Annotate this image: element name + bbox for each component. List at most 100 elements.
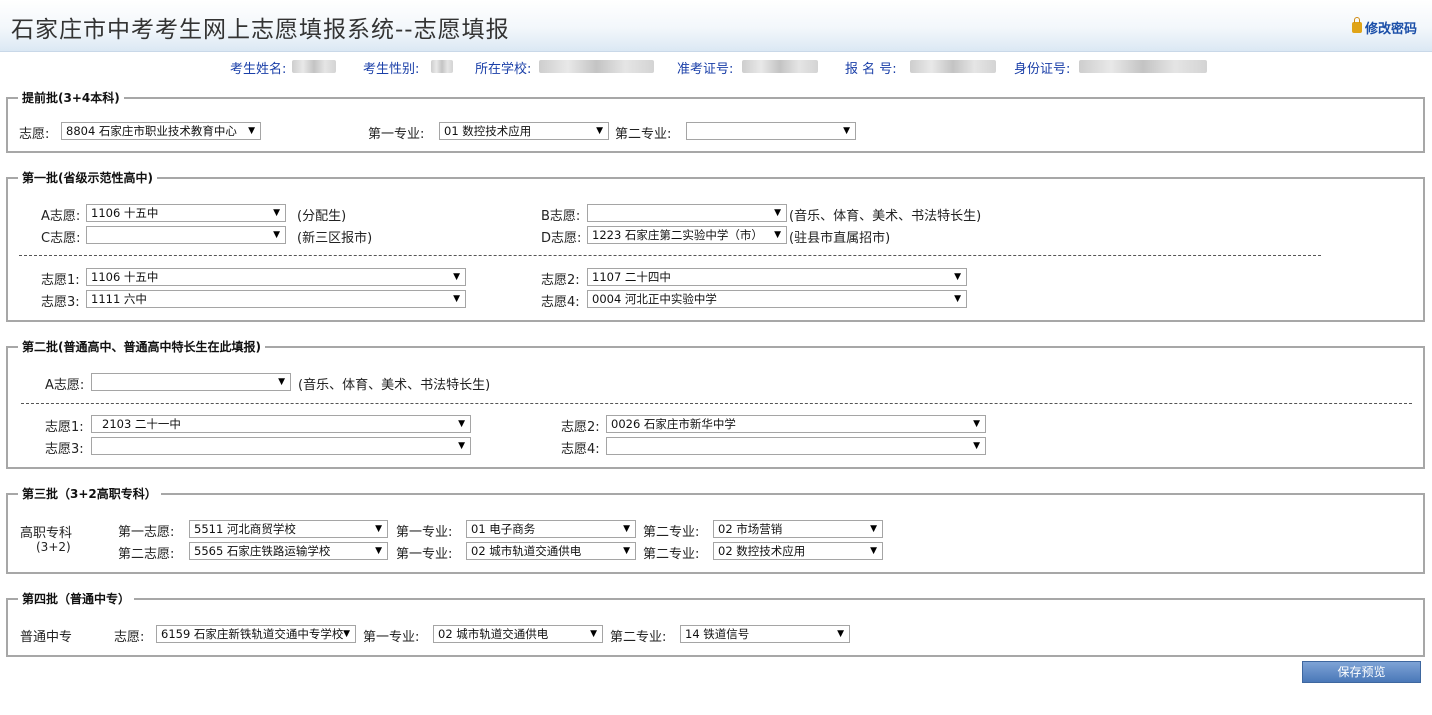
chevron-down-icon: ▼	[623, 546, 630, 556]
lock-icon	[1351, 17, 1362, 33]
batch-3-first-label: 第一志愿:	[118, 525, 175, 540]
batch-early-legend: 提前批(3+4本科)	[22, 91, 120, 105]
batch-4-category: 普通中专	[20, 630, 73, 645]
batch-4-major1-select[interactable]: 02 城市轨道交通供电 ▼	[433, 625, 603, 643]
change-password-link[interactable]: 修改密码	[1351, 17, 1417, 37]
batch-2-legend: 第二批(普通高中、普通高中特长生在此填报)	[22, 340, 261, 354]
batch-1-legend: 第一批(省级示范性高中)	[22, 171, 153, 185]
chevron-down-icon: ▼	[273, 230, 280, 240]
chevron-down-icon: ▼	[774, 208, 781, 218]
batch-3-second-label: 第二志愿:	[118, 547, 175, 562]
batch-2-v2-select[interactable]: 0026 石家庄市新华中学 ▼	[606, 415, 986, 433]
student-info: 考生姓名: 考生性别: 所在学校: 准考证号: 报 名 号: 身份证号:	[0, 58, 1432, 77]
batch-1-v1-label: 志愿1:	[41, 273, 80, 288]
batch-3-first-major2-select[interactable]: 02 市场营销 ▼	[713, 520, 883, 538]
batch-1-v3-select[interactable]: 1111 六中 ▼	[86, 290, 466, 308]
batch-4-volunteer-select[interactable]: 6159 石家庄新铁轨道交通中专学校 ▼	[156, 625, 356, 643]
batch-2-v3-select[interactable]: ▼	[91, 437, 471, 455]
batch-1-a-label: A志愿:	[41, 209, 81, 224]
chevron-down-icon: ▼	[973, 419, 980, 429]
batch-2-v1-label: 志愿1:	[45, 420, 84, 435]
chevron-down-icon: ▼	[375, 524, 382, 534]
batch-4-major1-label: 第一专业:	[363, 630, 420, 645]
chevron-down-icon: ▼	[590, 629, 597, 639]
gender-value-redacted	[431, 60, 453, 73]
batch-2-v4-label: 志愿4:	[561, 442, 600, 457]
name-label: 考生姓名:	[230, 62, 287, 77]
chevron-down-icon: ▼	[954, 272, 961, 282]
batch-3-category: 高职专科	[20, 526, 73, 541]
chevron-down-icon: ▼	[870, 524, 877, 534]
chevron-down-icon: ▼	[248, 126, 255, 136]
batch-4-volunteer-label: 志愿:	[114, 630, 145, 645]
chevron-down-icon: ▼	[453, 272, 460, 282]
id-number-label: 身份证号:	[1014, 62, 1071, 77]
batch-early-section: 提前批(3+4本科)	[6, 89, 1425, 153]
batch-1-c-select[interactable]: ▼	[86, 226, 286, 244]
change-password-label: 修改密码	[1364, 22, 1417, 37]
batch-early-major2-label: 第二专业:	[615, 127, 672, 142]
school-label: 所在学校:	[475, 62, 532, 77]
batch-1-b-label: B志愿:	[541, 209, 581, 224]
chevron-down-icon: ▼	[623, 524, 630, 534]
registration-number-label: 报 名 号:	[845, 62, 897, 77]
batch-2-v1-select[interactable]: 2103 二十一中 ▼	[91, 415, 471, 433]
batch-3-category-sub: (3+2)	[36, 540, 71, 554]
batch-4-section: 第四批（普通中专）	[6, 590, 1425, 657]
batch-3-first-select[interactable]: 5511 河北商贸学校 ▼	[189, 520, 388, 538]
chevron-down-icon: ▼	[774, 230, 781, 240]
batch-2-a-select[interactable]: ▼	[91, 373, 291, 391]
batch-early-major1-select[interactable]: 01 数控技术应用 ▼	[439, 122, 609, 140]
batch-3-legend: 第三批（3+2高职专科）	[22, 487, 157, 501]
batch-3-second-select[interactable]: 5565 石家庄铁路运输学校 ▼	[189, 542, 388, 560]
batch-1-b-note: (音乐、体育、美术、书法特长生)	[789, 209, 982, 224]
divider	[19, 255, 1321, 256]
batch-1-d-label: D志愿:	[541, 231, 582, 246]
chevron-down-icon: ▼	[843, 126, 850, 136]
divider	[21, 403, 1412, 404]
batch-1-v1-select[interactable]: 1106 十五中 ▼	[86, 268, 466, 286]
page-title: 石家庄市中考考生网上志愿填报系统--志愿填报	[11, 17, 510, 43]
batch-4-major2-label: 第二专业:	[610, 630, 667, 645]
chevron-down-icon: ▼	[596, 126, 603, 136]
batch-4-major2-select[interactable]: 14 铁道信号 ▼	[680, 625, 850, 643]
batch-early-major2-select[interactable]: ▼	[686, 122, 856, 140]
batch-2-v4-select[interactable]: ▼	[606, 437, 986, 455]
batch-2-a-note: (音乐、体育、美术、书法特长生)	[298, 378, 491, 393]
batch-early-volunteer-label: 志愿:	[19, 127, 50, 142]
batch-1-a-note: (分配生)	[297, 209, 347, 224]
save-preview-button[interactable]: 保存预览	[1302, 661, 1421, 683]
exam-number-label: 准考证号:	[677, 62, 734, 77]
chevron-down-icon: ▼	[837, 629, 844, 639]
batch-1-a-select[interactable]: 1106 十五中 ▼	[86, 204, 286, 222]
chevron-down-icon: ▼	[453, 294, 460, 304]
batch-4-legend: 第四批（普通中专）	[22, 592, 131, 606]
school-value-redacted	[539, 60, 654, 73]
batch-1-c-note: (新三区报市)	[297, 231, 373, 246]
batch-3-first-major1-label: 第一专业:	[396, 525, 453, 540]
batch-3-second-major2-select[interactable]: 02 数控技术应用 ▼	[713, 542, 883, 560]
batch-1-v4-select[interactable]: 0004 河北正中实验中学 ▼	[587, 290, 967, 308]
batch-1-b-select[interactable]: ▼	[587, 204, 787, 222]
exam-number-value-redacted	[742, 60, 818, 73]
batch-1-d-note: (驻县市直属招市)	[789, 231, 891, 246]
name-value-redacted	[292, 60, 336, 73]
chevron-down-icon: ▼	[973, 441, 980, 451]
batch-3-first-major1-select[interactable]: 01 电子商务 ▼	[466, 520, 636, 538]
batch-3-second-major1-select[interactable]: 02 城市轨道交通供电 ▼	[466, 542, 636, 560]
chevron-down-icon: ▼	[458, 441, 465, 451]
chevron-down-icon: ▼	[870, 546, 877, 556]
id-number-value-redacted	[1079, 60, 1207, 73]
chevron-down-icon: ▼	[343, 629, 350, 639]
batch-1-v2-label: 志愿2:	[541, 273, 580, 288]
chevron-down-icon: ▼	[273, 208, 280, 218]
batch-1-v2-select[interactable]: 1107 二十四中 ▼	[587, 268, 967, 286]
batch-early-volunteer-select[interactable]: 8804 石家庄市职业技术教育中心 ▼	[61, 122, 261, 140]
registration-number-value-redacted	[910, 60, 996, 73]
batch-early-major1-label: 第一专业:	[368, 127, 425, 142]
batch-1-v4-label: 志愿4:	[541, 295, 580, 310]
chevron-down-icon: ▼	[458, 419, 465, 429]
batch-3-second-major1-label: 第一专业:	[396, 547, 453, 562]
batch-3-first-major2-label: 第二专业:	[643, 525, 700, 540]
batch-1-d-select[interactable]: 1223 石家庄第二实验中学（市） ▼	[587, 226, 787, 244]
